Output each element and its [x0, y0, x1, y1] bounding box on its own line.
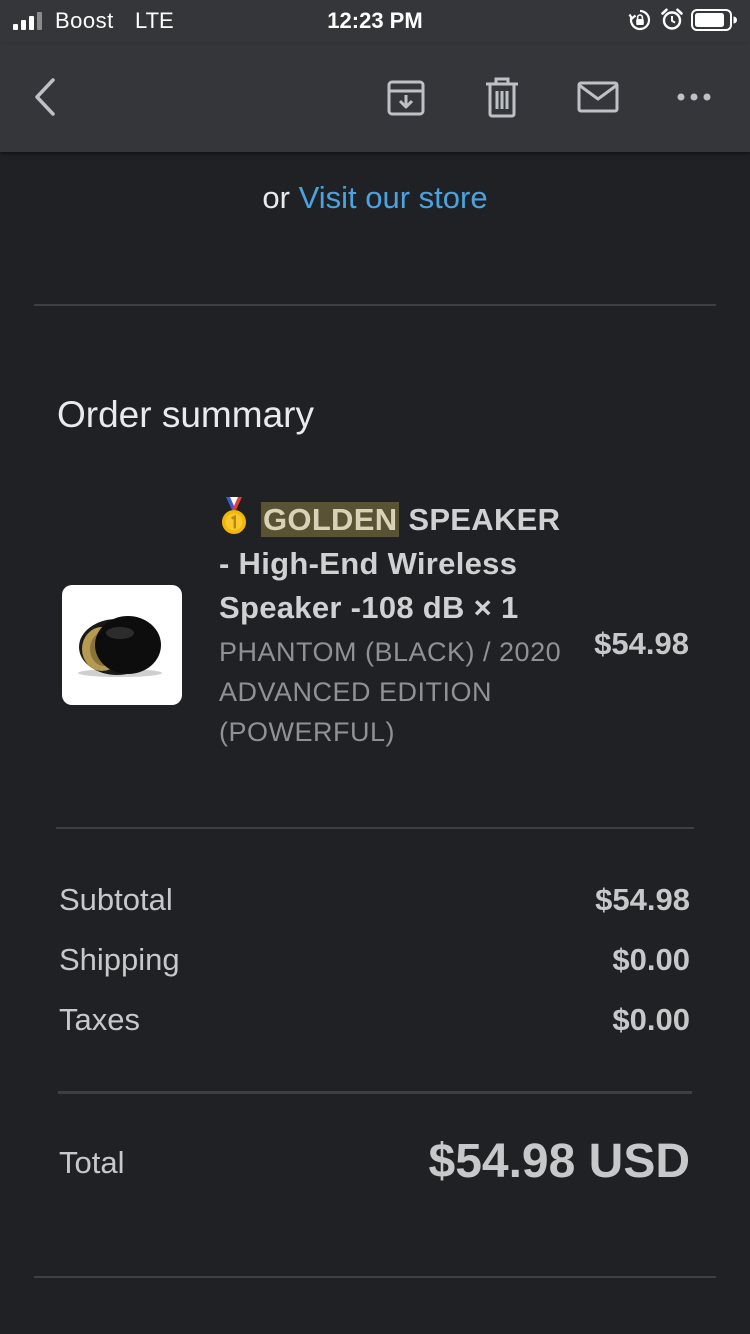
total-value: $54.98 USD: [428, 1135, 691, 1188]
orientation-lock-icon: [628, 9, 651, 31]
battery-icon: [691, 9, 737, 31]
product-name: GOLDEN SPEAKER - High-End Wireless Speak…: [219, 497, 564, 630]
speaker-image: [78, 616, 162, 677]
divider: [58, 1091, 692, 1094]
delete-button[interactable]: [476, 71, 528, 123]
mark-unread-button[interactable]: [572, 71, 624, 123]
divider: [34, 1276, 716, 1278]
email-toolbar: [0, 44, 750, 152]
product-image: [62, 585, 182, 705]
trash-icon: [486, 77, 518, 118]
visit-store-link[interactable]: Visit our store: [299, 180, 488, 215]
taxes-label: Taxes: [59, 1002, 140, 1037]
chevron-left-icon: [35, 78, 55, 116]
order-summary-title: Order summary: [57, 394, 314, 435]
medal-icon: [222, 497, 246, 534]
divider: [34, 304, 716, 306]
divider: [56, 827, 694, 829]
product-variant: PHANTOM (BLACK) / 2020 ADVANCED EDITION …: [219, 637, 562, 747]
status-bar: Boost LTE 12:23 PM: [0, 0, 750, 44]
taxes-value: $0.00: [612, 1002, 690, 1037]
product-info: GOLDEN SPEAKER - High-End Wireless Speak…: [219, 497, 564, 752]
alarm-icon: [661, 8, 683, 30]
total-label: Total: [59, 1145, 125, 1180]
archive-icon: [387, 80, 425, 116]
shipping-value: $0.00: [612, 942, 690, 977]
archive-button[interactable]: [380, 71, 432, 123]
visit-store-line: or Visit our store: [0, 180, 750, 216]
back-button[interactable]: [20, 71, 72, 123]
more-options-button[interactable]: [668, 71, 720, 123]
subtotal-label: Subtotal: [59, 882, 173, 917]
subtotal-value: $54.98: [595, 882, 690, 917]
shipping-label: Shipping: [59, 942, 180, 977]
more-horizontal-icon: [677, 93, 711, 101]
product-price: $54.98: [594, 626, 689, 661]
highlighted-search-term: GOLDEN: [261, 502, 400, 537]
store-prefix: or: [262, 180, 299, 215]
mail-icon: [577, 81, 619, 113]
